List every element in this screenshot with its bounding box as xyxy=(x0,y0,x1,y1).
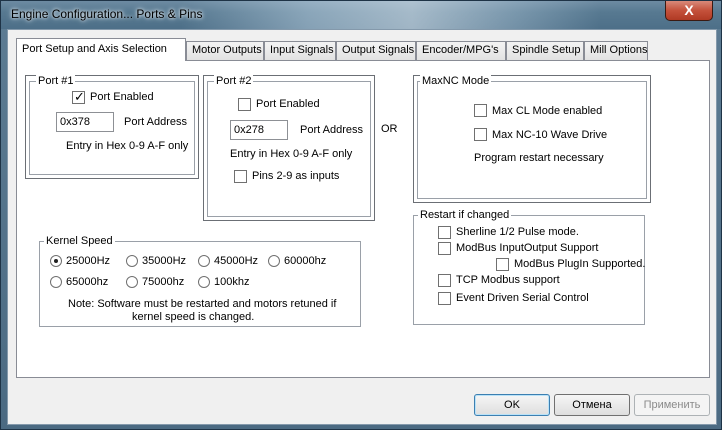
kernel-75000hz-label: 75000hz xyxy=(142,276,185,288)
pins-as-inputs-checkbox[interactable] xyxy=(234,170,247,183)
tab-label: Spindle Setup xyxy=(512,44,581,56)
tab-motor-outputs[interactable]: Motor Outputs xyxy=(186,41,264,60)
kernel-100khz-radio[interactable] xyxy=(198,276,210,288)
port1-address-label: Port Address xyxy=(124,116,187,128)
tab-label: Output Signals xyxy=(342,44,415,56)
max-cl-mode-label: Max CL Mode enabled xyxy=(492,105,603,117)
kernel-65000hz-label: 65000hz xyxy=(66,276,109,288)
port1-hint: Entry in Hex 0-9 A-F only xyxy=(66,140,189,152)
port2-group: Port #2 Port Enabled Port Address Entry … xyxy=(207,75,371,217)
sherline-checkbox[interactable] xyxy=(438,226,451,239)
port1-address-input[interactable] xyxy=(56,112,114,132)
tcp-modbus-checkbox[interactable] xyxy=(438,274,451,287)
modbus-plugin-label: ModBus PlugIn Supported. xyxy=(514,258,646,270)
maxnc-legend: MaxNC Mode xyxy=(420,75,492,87)
kernel-35000hz-label: 35000Hz xyxy=(142,255,187,267)
modbus-io-label: ModBus InputOutput Support xyxy=(456,242,599,254)
port1-group: Port #1 ✓ Port Enabled Port Address Entr… xyxy=(29,75,195,175)
port2-address-label: Port Address xyxy=(300,124,363,136)
tab-label: Motor Outputs xyxy=(192,44,262,56)
restart-group: Restart if changed Sherline 1/2 Pulse mo… xyxy=(413,209,646,325)
tab-label: Mill Options xyxy=(590,44,648,56)
or-label: OR xyxy=(381,123,398,135)
kernel-speed-group: Kernel Speed 25000Hz 35000Hz 45000Hz 600… xyxy=(39,235,361,327)
tab-panel-port-setup: Port #1 ✓ Port Enabled Port Address Entr… xyxy=(16,60,710,378)
kernel-25000hz-radio[interactable] xyxy=(50,255,62,267)
pins-as-inputs-label: Pins 2-9 as inputs xyxy=(252,170,340,182)
engine-config-window: Engine Configuration... Ports & Pins X P… xyxy=(0,0,722,430)
port2-address-input[interactable] xyxy=(230,120,288,140)
window-title: Engine Configuration... Ports & Pins xyxy=(11,7,203,21)
kernel-60000hz-radio[interactable] xyxy=(268,255,280,267)
tab-output-signals[interactable]: Output Signals xyxy=(336,41,416,60)
tab-port-setup[interactable]: Port Setup and Axis Selection xyxy=(16,38,186,61)
tab-label: Input Signals xyxy=(270,44,334,56)
port1-legend: Port #1 xyxy=(36,75,76,87)
kernel-45000hz-radio[interactable] xyxy=(198,255,210,267)
sherline-label: Sherline 1/2 Pulse mode. xyxy=(456,226,579,238)
title-bar[interactable]: Engine Configuration... Ports & Pins X xyxy=(1,1,721,29)
kernel-35000hz-radio[interactable] xyxy=(126,255,138,267)
kernel-100khz-label: 100khz xyxy=(214,276,250,288)
tab-mill-options[interactable]: Mill Options xyxy=(584,41,648,60)
max-cl-mode-checkbox[interactable] xyxy=(474,104,487,117)
tab-spindle-setup[interactable]: Spindle Setup xyxy=(506,41,584,60)
title-bar-glass xyxy=(181,1,601,29)
ok-button[interactable]: OK xyxy=(474,394,550,416)
kernel-note-line1: Note: Software must be restarted and mot… xyxy=(68,298,337,310)
checkmark-icon: ✓ xyxy=(74,89,85,104)
max-nc10-wave-checkbox[interactable] xyxy=(474,128,487,141)
port2-legend: Port #2 xyxy=(214,75,254,87)
max-nc10-wave-label: Max NC-10 Wave Drive xyxy=(492,129,608,141)
kernel-speed-legend: Kernel Speed xyxy=(44,235,115,247)
apply-button[interactable]: Применить xyxy=(634,394,710,416)
kernel-65000hz-radio[interactable] xyxy=(50,276,62,288)
kernel-60000hz-label: 60000hz xyxy=(284,255,327,267)
close-button[interactable]: X xyxy=(665,1,713,21)
tab-encoder-mpgs[interactable]: Encoder/MPG's xyxy=(416,41,506,60)
port2-enabled-checkbox[interactable] xyxy=(238,98,251,111)
modbus-plugin-checkbox[interactable] xyxy=(496,258,509,271)
tcp-modbus-label: TCP Modbus support xyxy=(456,274,560,286)
kernel-25000hz-label: 25000Hz xyxy=(66,255,111,267)
maxnc-group: MaxNC Mode Max CL Mode enabled Max NC-10… xyxy=(417,75,647,199)
program-restart-note: Program restart necessary xyxy=(474,152,604,164)
tab-input-signals[interactable]: Input Signals xyxy=(264,41,336,60)
restart-legend: Restart if changed xyxy=(418,209,512,221)
dialog-client-area: Port Setup and Axis Selection Motor Outp… xyxy=(7,29,717,425)
port1-enabled-label: Port Enabled xyxy=(90,91,154,103)
event-serial-label: Event Driven Serial Control xyxy=(456,292,589,304)
port2-enabled-label: Port Enabled xyxy=(256,98,320,110)
event-serial-checkbox[interactable] xyxy=(438,292,451,305)
kernel-45000hz-label: 45000Hz xyxy=(214,255,259,267)
port2-hint: Entry in Hex 0-9 A-F only xyxy=(230,148,353,160)
close-icon: X xyxy=(684,2,694,18)
kernel-note-line2: kernel speed is changed. xyxy=(132,311,255,323)
tab-label: Encoder/MPG's xyxy=(422,44,499,56)
tab-label: Port Setup and Axis Selection xyxy=(22,43,167,55)
port1-enabled-checkbox[interactable]: ✓ xyxy=(72,89,85,104)
cancel-button[interactable]: Отмена xyxy=(554,394,630,416)
kernel-75000hz-radio[interactable] xyxy=(126,276,138,288)
modbus-io-checkbox[interactable] xyxy=(438,242,451,255)
